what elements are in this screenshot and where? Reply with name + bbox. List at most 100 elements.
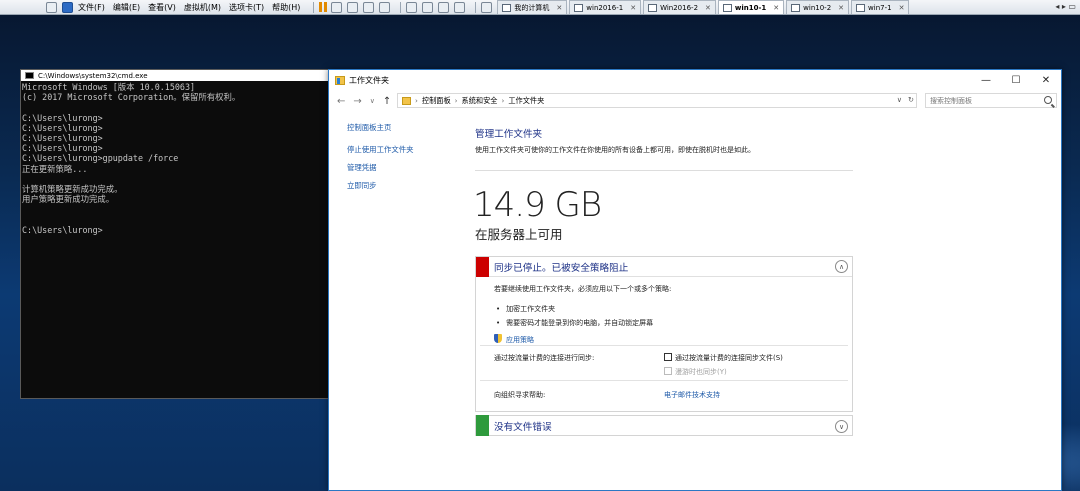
search-input[interactable]: 搜索控制面板 [925,93,1057,108]
unity-icon[interactable] [454,1,466,13]
maximize-button[interactable]: ☐ [1001,70,1031,90]
address-row: ← → ∨ ↑ › 控制面板 › 系统和安全 › 工作文件夹 ∨ ↻ 搜索控制面… [329,92,1063,110]
roaming-checkbox[interactable]: 漫游时也同步(Y) [664,367,727,377]
tab-win2016-1[interactable]: win2016-1 ✕ [569,0,642,14]
sidebar-link-sync-now[interactable]: 立即同步 [347,180,414,191]
sidebar: 控制面板主页 停止使用工作文件夹 管理凭据 立即同步 [347,122,414,198]
pin-icon[interactable] [46,1,57,13]
close-icon[interactable]: ✕ [899,4,905,12]
close-button[interactable]: ✕ [1031,70,1061,90]
policy-item: 需要密码才能登录到你的电脑，并自动锁定屏幕 [494,318,852,328]
cmd-icon [25,72,34,79]
window-titlebar[interactable]: 工作文件夹 [329,70,1061,90]
toolbar-separator [313,1,315,13]
fullscreen-icon[interactable] [438,1,450,13]
divider [480,380,848,381]
tab-win10-1[interactable]: win10-1 ✕ [717,0,785,14]
menu-file[interactable]: 文件(F) [78,2,105,13]
console-view-icon[interactable] [481,1,493,13]
page-description: 使用工作文件夹可使你的工作文件在你使用的所有设备上都可用，即使在脱机时也是如此。 [475,146,755,154]
vm-icon [574,3,584,12]
policy-item: 加密工作文件夹 [494,304,852,314]
sync-status-body: 若要继续使用工作文件夹，必须应用以下一个或多个策略: 加密工作文件夹 需要密码才… [476,277,852,345]
search-icon[interactable] [1044,96,1052,104]
sidebar-toggle-icon[interactable] [406,1,418,13]
send-ctrl-alt-del-icon[interactable] [331,1,343,13]
breadcrumb-work-folders[interactable]: 工作文件夹 [508,96,544,106]
chevron-right-icon: › [501,96,505,105]
apply-policy-link[interactable]: 应用策略 [494,334,852,345]
sync-status-title: 同步已停止。已被安全策略阻止 [494,262,629,274]
sidebar-link-stop[interactable]: 停止使用工作文件夹 [347,144,414,155]
snapshot-icon[interactable] [347,1,359,13]
vmware-logo-icon[interactable] [62,1,73,13]
page-title: 管理工作文件夹 [475,129,543,140]
address-bar[interactable]: › 控制面板 › 系统和安全 › 工作文件夹 ∨ ↻ [397,93,917,108]
sidebar-link-home[interactable]: 控制面板主页 [347,122,414,133]
tab-win10-2[interactable]: win10-2 ✕ [786,0,850,14]
file-errors-title: 没有文件错误 [494,421,552,433]
chevron-down-icon[interactable]: ∨ [897,95,902,104]
help-label: 向组织寻求帮助: [494,391,546,399]
vm-icon [856,3,866,12]
pause-icon[interactable] [319,2,328,12]
checkbox-box[interactable] [664,367,672,375]
menu-tabs[interactable]: 选项卡(T) [229,2,264,13]
status-color-bar-green [476,415,489,436]
sync-status-panel: 同步已停止。已被安全策略阻止 ∧ 若要继续使用工作文件夹，必须应用以下一个或多个… [475,256,853,412]
minimize-button[interactable]: — [971,70,1001,90]
menu-help[interactable]: 帮助(H) [272,2,300,13]
vm-icon [648,3,658,12]
toolbar-separator [475,1,477,13]
email-support-link[interactable]: 电子邮件技术支持 [664,390,720,400]
snapshot-manager-icon[interactable] [379,1,391,13]
divider [475,170,853,171]
vmware-toolbar: 文件(F) 编辑(E) 查看(V) 虚拟机(M) 选项卡(T) 帮助(H) 我的… [0,0,1080,15]
tab-my-computer[interactable]: 我的计算机 ✕ [497,0,568,14]
sidebar-link-credentials[interactable]: 管理凭据 [347,162,414,173]
expand-chevron-icon[interactable]: ∨ [835,420,848,433]
vm-icon [791,3,801,12]
divider [480,345,848,346]
sync-status-header[interactable]: 同步已停止。已被安全策略阻止 [476,256,852,277]
close-icon[interactable]: ✕ [838,4,844,12]
tab-scroll-controls[interactable]: ◂ ▸ ▭ [1055,2,1076,11]
up-arrow-icon[interactable]: ↑ [383,96,391,107]
uac-shield-icon [494,334,502,343]
back-arrow-icon[interactable]: ← [337,96,345,107]
folder-icon [402,96,411,105]
chevron-right-icon: › [454,96,458,105]
cmd-title: C:\Windows\system32\cmd.exe [38,71,148,80]
breadcrumb-control-panel[interactable]: 控制面板 [422,96,451,106]
collapse-chevron-icon[interactable]: ∧ [835,260,848,273]
toolbar-separator [400,1,402,13]
tab-win2016-2[interactable]: Win2016-2 ✕ [643,0,716,14]
close-icon[interactable]: ✕ [630,4,636,12]
work-folders-icon [335,75,345,85]
forward-arrow-icon[interactable]: → [353,96,361,107]
tab-win7-1[interactable]: win7-1 ✕ [851,0,910,14]
recent-chevron-icon[interactable]: ∨ [370,97,375,105]
chevron-right-icon: › [415,96,418,105]
metered-checkbox[interactable]: 通过按流量计费的连接同步文件(S) [664,353,783,363]
menu-edit[interactable]: 编辑(E) [113,2,140,13]
menu-vm[interactable]: 虚拟机(M) [184,2,221,13]
policy-intro: 若要继续使用工作文件夹，必须应用以下一个或多个策略: [494,285,672,293]
thumbnail-icon[interactable] [422,1,434,13]
storage-label: 在服务器上可用 [475,227,563,242]
window-title: 工作文件夹 [349,75,389,85]
close-icon[interactable]: ✕ [556,4,562,12]
close-icon[interactable]: ✕ [773,4,779,12]
menu-view[interactable]: 查看(V) [148,2,176,13]
metered-label: 通过按流量计费的连接进行同步: [494,354,595,362]
checkbox-box[interactable] [664,353,672,361]
close-icon[interactable]: ✕ [705,4,711,12]
main-content: 管理工作文件夹 使用工作文件夹可使你的工作文件在你使用的所有设备上都可用，即使在… [475,126,855,155]
work-folders-window[interactable]: 工作文件夹 — ☐ ✕ ← → ∨ ↑ › 控制面板 › 系统和安全 › 工作文… [328,69,1062,491]
breadcrumb-system-security[interactable]: 系统和安全 [462,96,498,106]
file-errors-panel[interactable]: 没有文件错误 ∨ [475,415,853,436]
computer-icon [502,3,512,12]
snapshot-revert-icon[interactable] [363,1,375,13]
caption-buttons: — ☐ ✕ [971,70,1061,90]
refresh-icon[interactable]: ↻ [908,95,914,104]
